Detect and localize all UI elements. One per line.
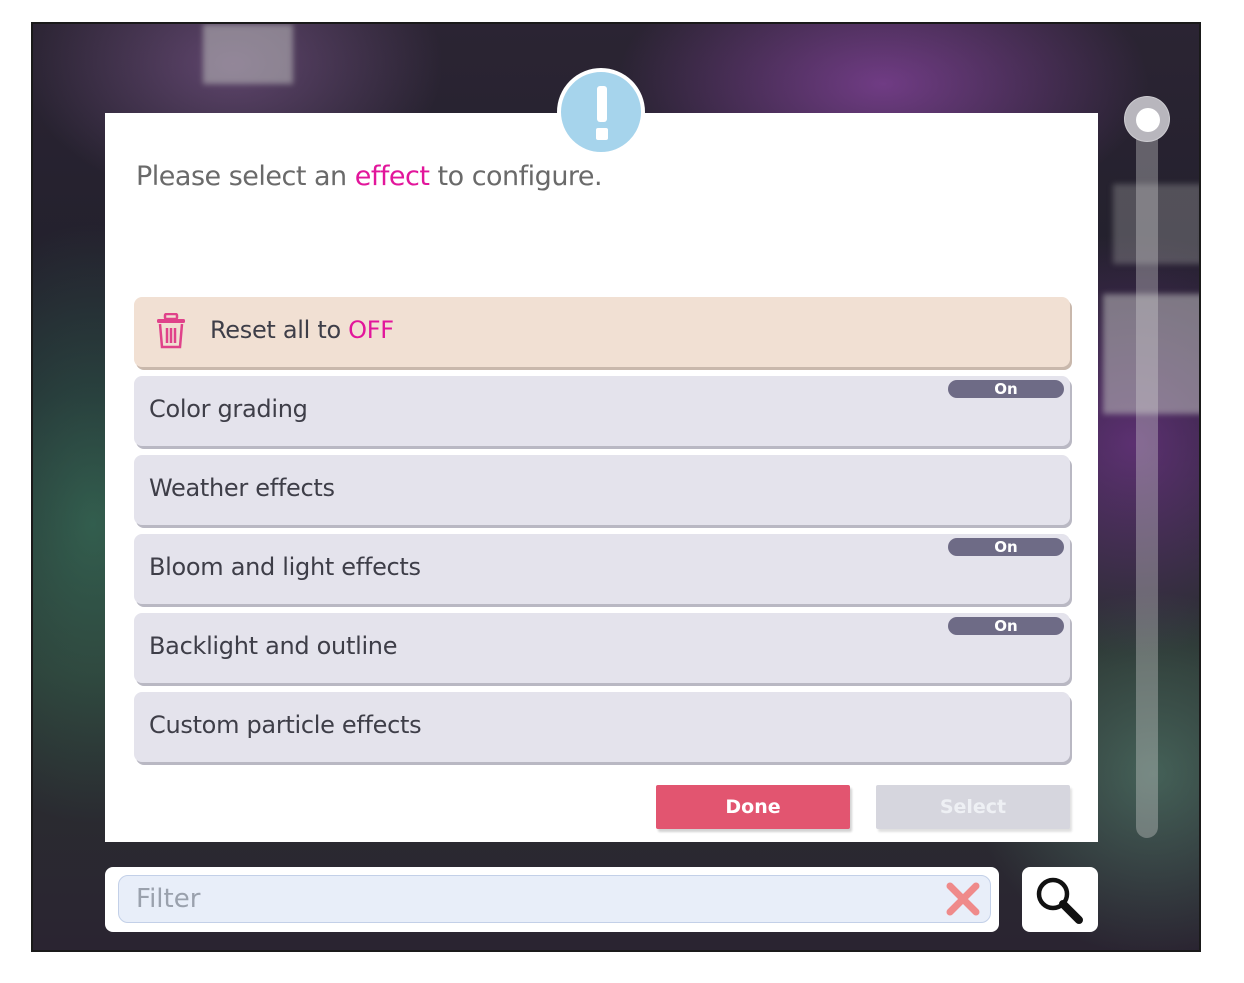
close-icon[interactable] [945, 881, 981, 917]
reset-all-label: Reset all to OFF [210, 316, 394, 344]
scrollbar-track[interactable] [1136, 110, 1158, 838]
status-badge: On [948, 617, 1064, 635]
search-button[interactable] [1022, 867, 1098, 932]
done-button[interactable]: Done [656, 785, 850, 829]
effect-item-bloom-and-light[interactable]: Bloom and light effects On [134, 534, 1070, 604]
effect-item-custom-particle[interactable]: Custom particle effects [134, 692, 1070, 762]
effect-label: Backlight and outline [149, 632, 398, 660]
effect-label: Bloom and light effects [149, 553, 421, 581]
effect-dialog: Please select an effect to configure. Re… [105, 113, 1098, 842]
effect-label: Color grading [149, 395, 308, 423]
effect-label: Custom particle effects [149, 711, 422, 739]
status-badge: On [948, 538, 1064, 556]
scrollbar-thumb[interactable] [1124, 96, 1170, 142]
reset-all-button[interactable]: Reset all to OFF [134, 297, 1070, 367]
filter-container [105, 867, 999, 932]
select-button[interactable]: Select [876, 785, 1070, 829]
filter-input[interactable] [118, 875, 991, 923]
effect-item-backlight-and-outline[interactable]: Backlight and outline On [134, 613, 1070, 683]
effect-item-color-grading[interactable]: Color grading On [134, 376, 1070, 446]
trash-icon [157, 313, 185, 349]
search-icon [1036, 877, 1083, 924]
alert-icon [557, 68, 645, 156]
effect-item-weather-effects[interactable]: Weather effects [134, 455, 1070, 525]
dialog-prompt: Please select an effect to configure. [136, 161, 603, 192]
effect-label: Weather effects [149, 474, 335, 502]
status-badge: On [948, 380, 1064, 398]
